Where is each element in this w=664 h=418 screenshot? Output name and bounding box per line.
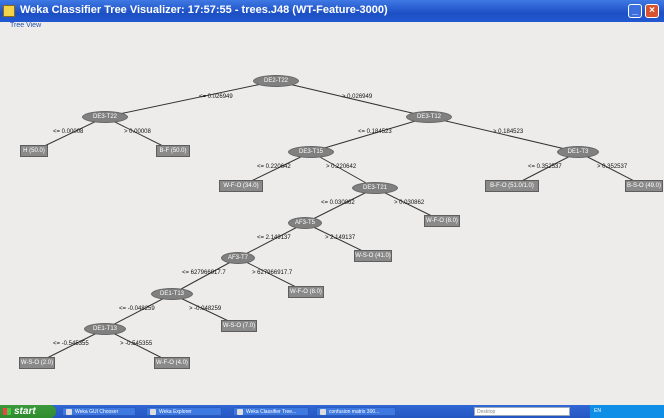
edge-label: > 0.00008	[124, 129, 151, 135]
tree-node[interactable]: DE3-T22	[82, 111, 128, 123]
language-indicator[interactable]: EN	[594, 408, 601, 414]
menu-tree-view[interactable]: Tree View	[10, 22, 41, 29]
tree-node[interactable]: DE1-T13	[151, 288, 193, 300]
minimize-button[interactable]: _	[628, 4, 642, 18]
tree-leaf[interactable]: W-S-O (2.0)	[19, 357, 55, 369]
close-button[interactable]: ×	[645, 4, 659, 18]
tree-node[interactable]: DE3-T12	[406, 111, 452, 123]
window-titlebar: Weka Classifier Tree Visualizer: 17:57:5…	[0, 0, 664, 22]
taskbar-item[interactable]: Weka Classifier Tree...	[233, 407, 309, 416]
edge-label: <= 0.220642	[257, 164, 291, 170]
edge-label: > 0.026949	[342, 94, 373, 100]
tree-node[interactable]: AF3-T5	[288, 217, 322, 229]
edge-label: > 0.352537	[597, 164, 628, 170]
edge-label: <= -0.048259	[119, 306, 155, 312]
weka-app-icon	[3, 5, 15, 17]
taskbar-item[interactable]: confusion matrix 300...	[316, 407, 396, 416]
edge-label: <= 0.030862	[321, 200, 355, 206]
taskbar-item[interactable]: Weka Explorer	[146, 407, 222, 416]
tree-node[interactable]: DE3-T15	[288, 146, 334, 158]
tree-node-root[interactable]: DE2-T22	[253, 75, 299, 87]
edge-label: <= 0.184523	[358, 129, 392, 135]
tree-node[interactable]: DE3-T21	[352, 182, 398, 194]
tree-leaf[interactable]: W-F-O (8.0)	[424, 215, 460, 227]
tree-leaf[interactable]: H (50.0)	[20, 145, 48, 157]
tree-leaf[interactable]: W-F-O (34.0)	[219, 180, 263, 192]
menu-bar: Tree View	[0, 22, 664, 32]
tree-edges	[33, 80, 645, 364]
tree-canvas[interactable]: DE2-T22 DE3-T22 DE3-T12 H (50.0) B-F (50…	[0, 32, 664, 405]
edge-label: > 627966917.7	[252, 270, 293, 276]
edge-label: > -0.545355	[120, 341, 153, 347]
edge-label: <= 627966917.7	[182, 270, 226, 276]
edge-label: > 0.030862	[394, 200, 425, 206]
edge-label: > -0.048259	[189, 306, 222, 312]
tree-leaf[interactable]: B-S-O (49.0)	[625, 180, 663, 192]
tree-node[interactable]: DE1-T13	[84, 323, 126, 335]
edge-label: <= 0.00008	[53, 129, 84, 135]
tree-leaf[interactable]: W-F-O (8.0)	[288, 286, 324, 298]
tree-leaf[interactable]: W-F-O (4.0)	[154, 357, 190, 369]
tree-leaf[interactable]: W-S-O (7.0)	[221, 320, 257, 332]
desktop-search-input[interactable]: Desktop	[474, 407, 570, 416]
taskbar-item[interactable]: Weka GUI Chooser	[62, 407, 136, 416]
taskbar: start Weka GUI Chooser Weka Explorer Wek…	[0, 405, 664, 418]
tree-node[interactable]: AF3-T7	[221, 252, 255, 264]
edge-label: <= 0.026949	[199, 94, 233, 100]
edge-label: <= 2.149137	[257, 235, 291, 241]
edge-label: <= 0.352537	[528, 164, 562, 170]
edge-label: > 0.220642	[326, 164, 357, 170]
tree-leaf[interactable]: W-S-O (41.0)	[354, 250, 392, 262]
start-button[interactable]: start	[0, 405, 56, 418]
tree-leaf[interactable]: B-F-O (51.0/1.0)	[485, 180, 539, 192]
edge-label: <= -0.545355	[53, 341, 89, 347]
tree-leaf[interactable]: B-F (50.0)	[156, 145, 190, 157]
system-tray: EN	[590, 405, 664, 418]
edge-line	[104, 80, 277, 118]
tree-node[interactable]: DE1-T3	[557, 146, 599, 158]
window-title: Weka Classifier Tree Visualizer: 17:57:5…	[20, 4, 388, 16]
edge-label: > 0.184523	[493, 129, 524, 135]
edge-label: > 2.149137	[325, 235, 356, 241]
